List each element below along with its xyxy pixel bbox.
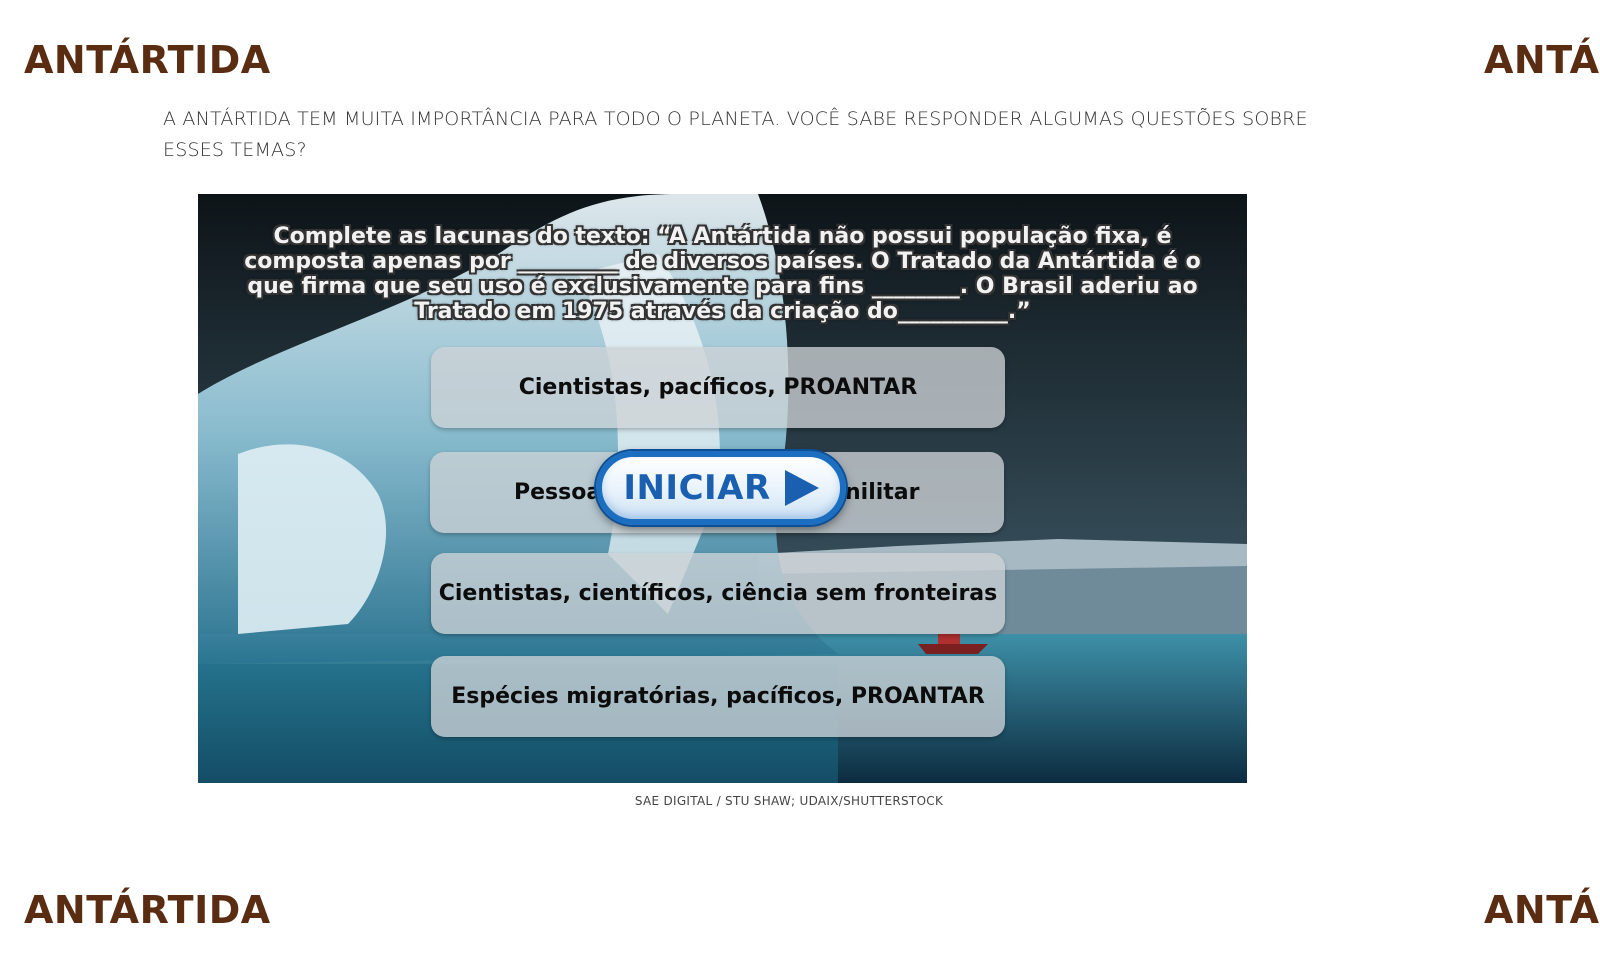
answer-option-3[interactable]: Cientistas, científicos, ciência sem fro… — [431, 553, 1005, 634]
answer-option-2-label-right: nilitar — [845, 480, 920, 505]
start-button[interactable]: INICIAR — [596, 451, 846, 525]
answer-option-2-label-left: Pessoa — [514, 480, 602, 505]
section-title-next: ANTÁRTIDA — [24, 888, 271, 932]
section-title-repeat: ANTÁI — [1484, 38, 1600, 82]
intro-text: A ANTÁRTIDA TEM MUITA IMPORTÂNCIA PARA T… — [163, 108, 1308, 161]
image-credit: SAE DIGITAL / STU SHAW; UDAIX/SHUTTERSTO… — [634, 794, 944, 808]
section-title: ANTÁRTIDA — [24, 38, 271, 82]
section-title-next-repeat: ANTÁI — [1484, 888, 1600, 932]
answer-option-4[interactable]: Espécies migratórias, pacíficos, PROANTA… — [431, 656, 1005, 737]
play-icon — [784, 470, 819, 506]
question-text: Complete as lacunas do texto: “A Antárti… — [244, 224, 1201, 324]
quiz-game[interactable]: Complete as lacunas do texto: “A Antárti… — [198, 194, 1247, 783]
start-button-label: INICIAR — [623, 468, 771, 508]
answer-option-1[interactable]: Cientistas, pacíficos, PROANTAR — [431, 347, 1005, 428]
page: ANTÁRTIDA ANTÁI A ANTÁRTIDA TEM MUITA IM… — [0, 0, 1600, 960]
